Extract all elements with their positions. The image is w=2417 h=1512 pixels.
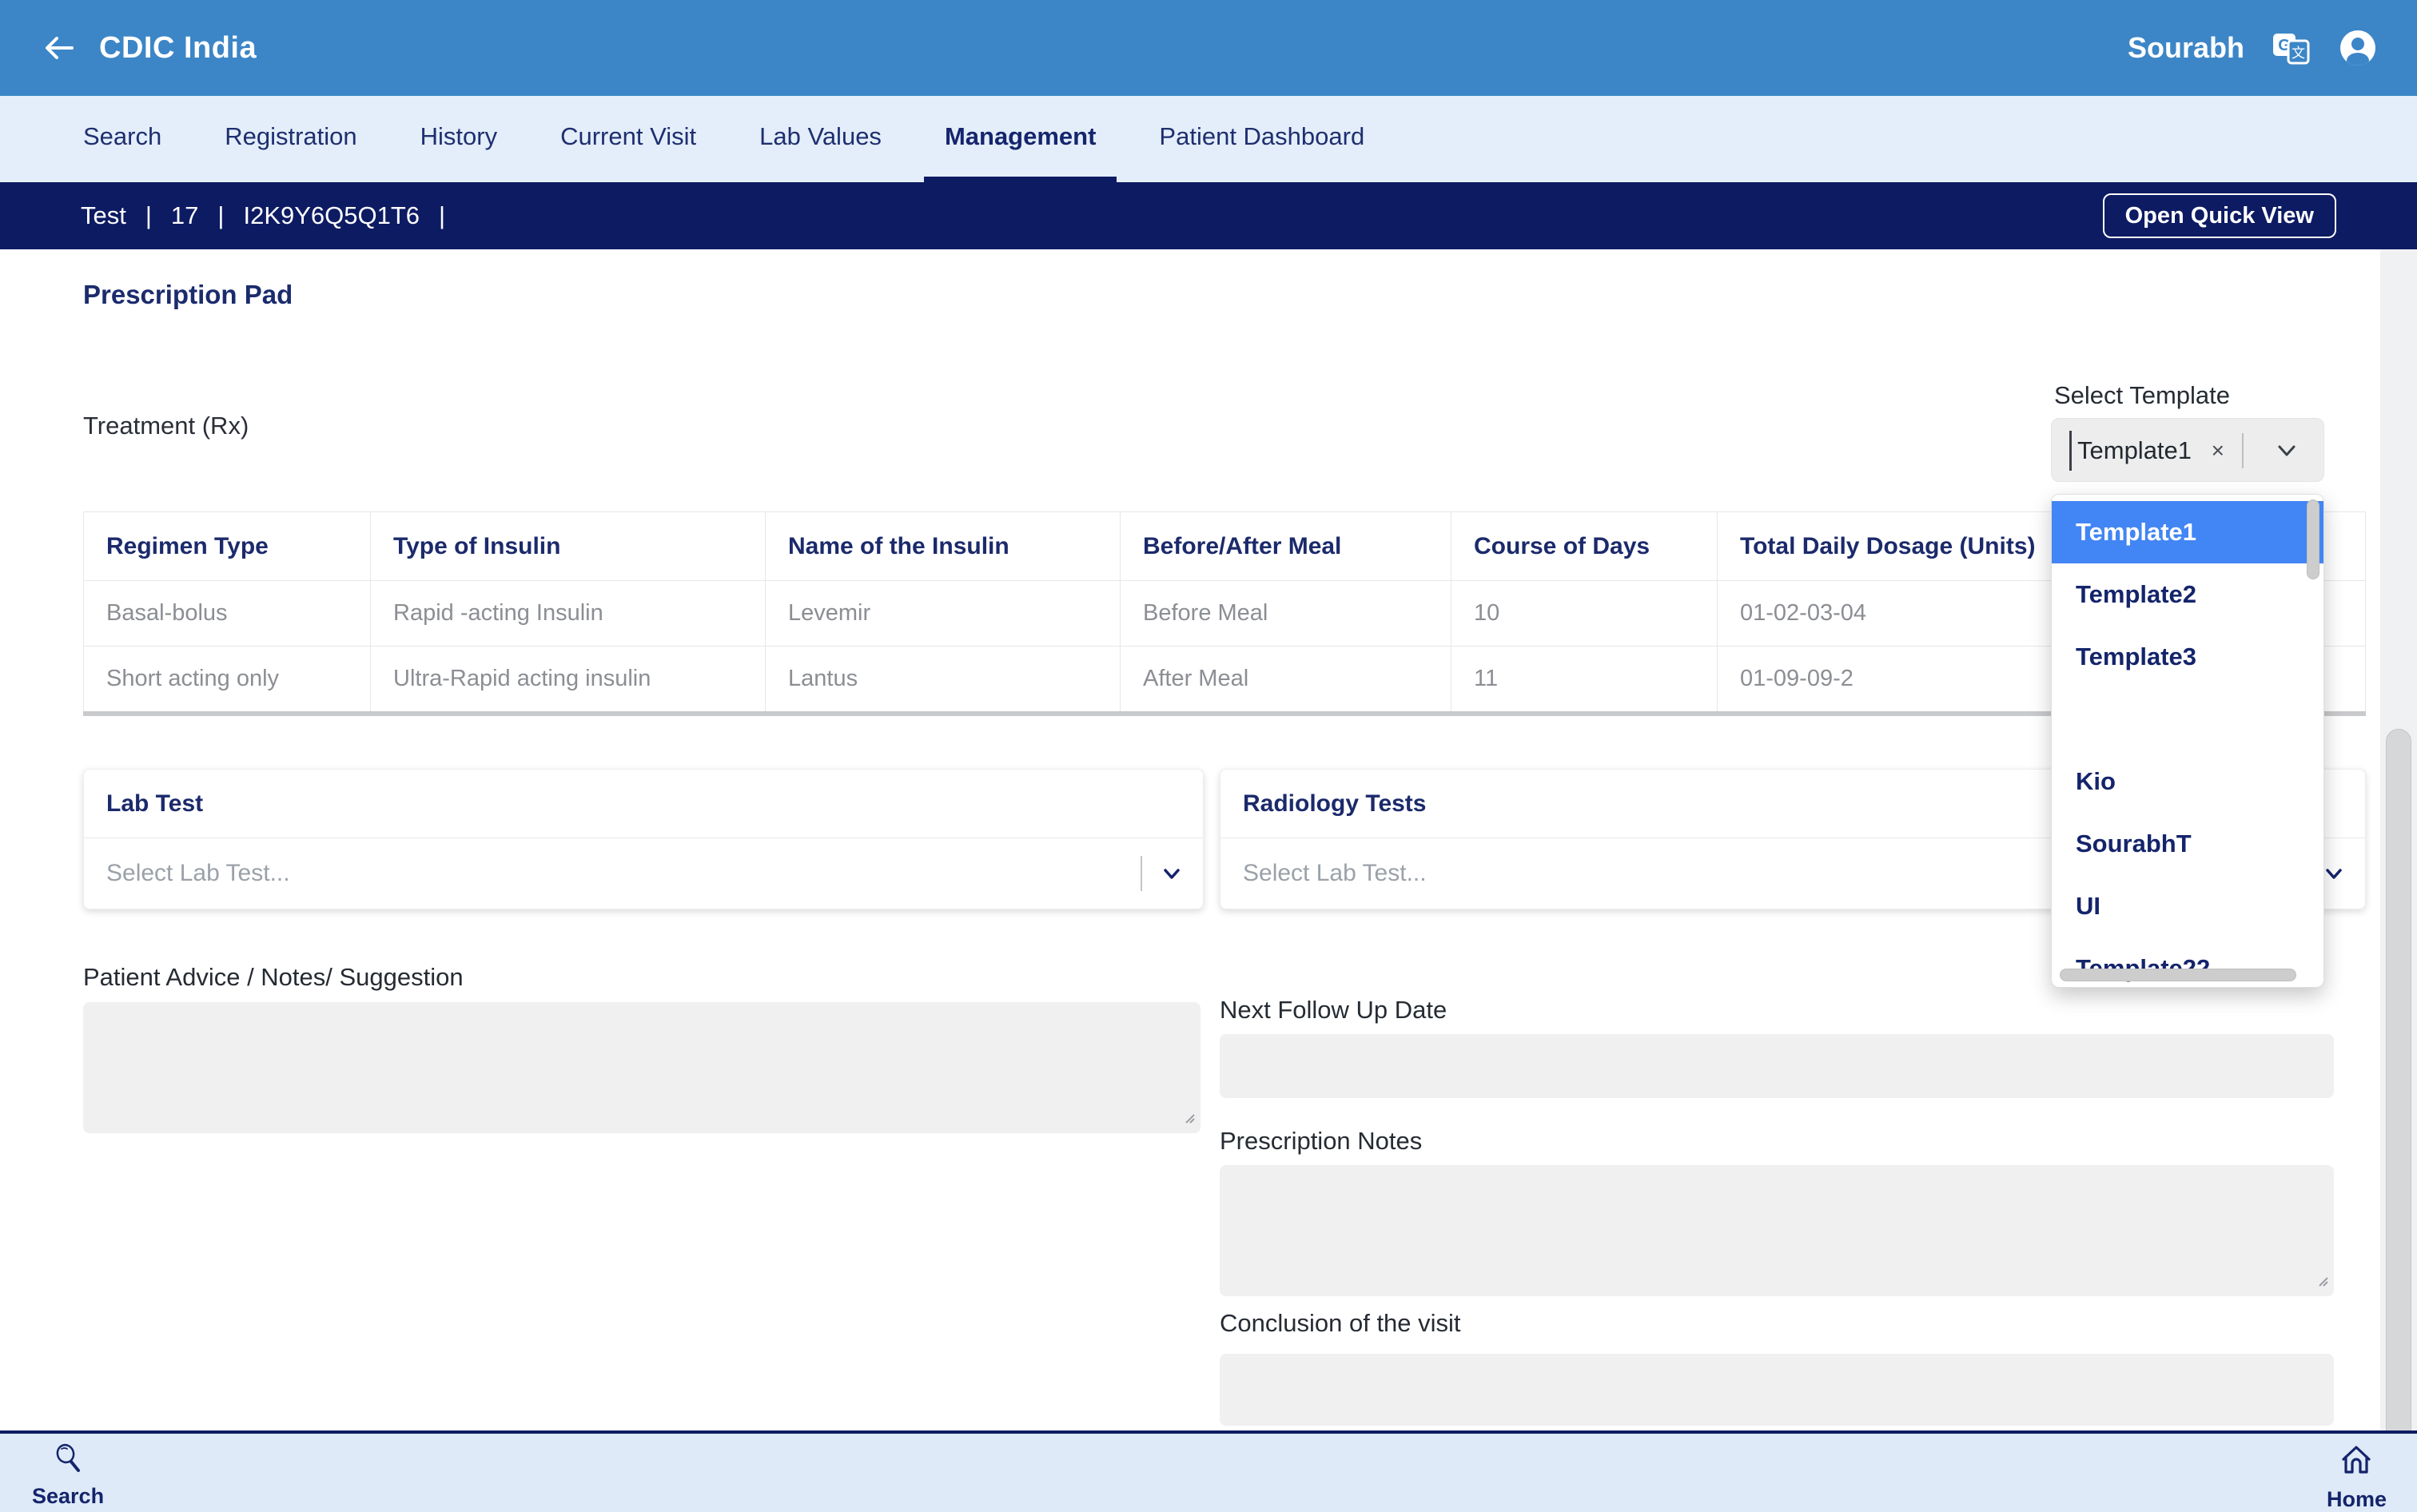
separator: |	[145, 201, 152, 230]
chevron-down-icon[interactable]	[2322, 862, 2346, 890]
cell-name-of-insulin: Levemir	[766, 581, 1121, 647]
lab-test-select[interactable]: Select Lab Test...	[84, 838, 1203, 909]
cell-name-of-insulin: Lantus	[766, 647, 1121, 712]
option-blank[interactable]	[2052, 688, 2323, 750]
search-icon	[51, 1442, 85, 1479]
option-template3[interactable]: Template3	[2052, 626, 2323, 688]
chevron-down-icon[interactable]	[2276, 440, 2298, 466]
open-quick-view-button[interactable]: Open Quick View	[2103, 193, 2336, 238]
dropdown-horizontal-scrollbar[interactable]	[2060, 969, 2296, 981]
back-arrow-icon[interactable]	[42, 30, 77, 66]
resize-grip-icon[interactable]	[1181, 1110, 1196, 1128]
tab-registration[interactable]: Registration	[204, 96, 377, 182]
user-name: Sourabh	[2128, 31, 2244, 65]
separator: |	[439, 201, 445, 230]
bottom-nav-search[interactable]: Search	[32, 1442, 104, 1509]
col-header-before-after-meal: Before/After Meal	[1121, 512, 1451, 581]
account-avatar-icon[interactable]	[2339, 29, 2377, 67]
select-template-label: Select Template	[2054, 381, 2230, 410]
svg-text:文: 文	[2292, 46, 2305, 62]
tab-patient-dashboard[interactable]: Patient Dashboard	[1138, 96, 1385, 182]
tab-management[interactable]: Management	[924, 96, 1117, 182]
patient-age: 17	[171, 201, 198, 230]
option-kio[interactable]: Kio	[2052, 750, 2323, 813]
treatment-table: Regimen Type Type of Insulin Name of the…	[83, 511, 2366, 712]
tab-history[interactable]: History	[400, 96, 518, 182]
col-header-course-of-days: Course of Days	[1451, 512, 1718, 581]
table-row: Short acting only Ultra-Rapid acting ins…	[84, 647, 2366, 712]
home-icon	[2338, 1442, 2375, 1482]
dropdown-vertical-scrollbar[interactable]	[2307, 499, 2319, 579]
cell-regimen-type: Basal-bolus	[84, 581, 371, 647]
option-template1[interactable]: Template1	[2052, 501, 2323, 563]
lab-test-card-title: Lab Test	[84, 770, 1203, 838]
conclusion-label: Conclusion of the visit	[1220, 1309, 1461, 1338]
option-sourabht[interactable]: SourabhT	[2052, 813, 2323, 875]
patient-name: Test	[81, 201, 126, 230]
top-header: CDIC India Sourabh G 文	[0, 0, 2417, 96]
cell-type-of-insulin: Ultra-Rapid acting insulin	[371, 647, 766, 712]
separator: |	[217, 201, 224, 230]
search-label: Search	[32, 1484, 104, 1509]
bottom-nav-home[interactable]: Home	[2327, 1442, 2387, 1512]
text-cursor	[2069, 431, 2072, 471]
table-header-row: Regimen Type Type of Insulin Name of the…	[84, 512, 2366, 581]
next-follow-up-label: Next Follow Up Date	[1220, 996, 1447, 1025]
page-title: Prescription Pad	[83, 280, 293, 310]
col-header-regimen-type: Regimen Type	[84, 512, 371, 581]
lab-test-card: Lab Test Select Lab Test...	[83, 769, 1204, 909]
treatment-section-label: Treatment (Rx)	[83, 412, 249, 440]
template-option-list: Template1 Template2 Template3 Kio Sourab…	[2052, 501, 2323, 988]
patient-info: Test | 17 | I2K9Y6Q5Q1T6 |	[81, 201, 445, 230]
template-combobox[interactable]: Template1 ×	[2051, 418, 2324, 482]
app-title: CDIC India	[99, 31, 257, 66]
resize-grip-icon[interactable]	[2315, 1273, 2329, 1291]
cell-before-after-meal: After Meal	[1121, 647, 1451, 712]
chevron-down-icon[interactable]	[1160, 862, 1184, 890]
home-label: Home	[2327, 1487, 2387, 1512]
main-nav-tabs: Search Registration History Current Visi…	[0, 96, 2417, 182]
page-scrollbar-track[interactable]	[2380, 249, 2417, 1430]
next-follow-up-input[interactable]	[1220, 1034, 2334, 1098]
option-ui[interactable]: UI	[2052, 875, 2323, 937]
cell-type-of-insulin: Rapid -acting Insulin	[371, 581, 766, 647]
radiology-placeholder: Select Lab Test...	[1243, 860, 1427, 887]
lab-test-placeholder: Select Lab Test...	[106, 860, 290, 887]
select-divider	[1141, 856, 1142, 891]
template-dropdown-menu: Template1 Template2 Template3 Kio Sourab…	[2051, 494, 2324, 988]
cell-course-of-days: 10	[1451, 581, 1718, 647]
cell-course-of-days: 11	[1451, 647, 1718, 712]
app-window: CDIC India Sourabh G 文	[0, 0, 2417, 1512]
cell-regimen-type: Short acting only	[84, 647, 371, 712]
tab-current-visit[interactable]: Current Visit	[540, 96, 717, 182]
bottom-nav-bar: Search Home	[0, 1430, 2417, 1512]
patient-advice-label: Patient Advice / Notes/ Suggestion	[83, 963, 464, 992]
col-header-name-of-insulin: Name of the Insulin	[766, 512, 1121, 581]
patient-advice-textarea[interactable]	[83, 1002, 1201, 1133]
patient-id: I2K9Y6Q5Q1T6	[243, 201, 420, 230]
table-row: Basal-bolus Rapid -acting Insulin Levemi…	[84, 581, 2366, 647]
col-header-type-of-insulin: Type of Insulin	[371, 512, 766, 581]
option-template2[interactable]: Template2	[2052, 563, 2323, 626]
prescription-notes-textarea[interactable]	[1220, 1165, 2334, 1296]
cell-before-after-meal: Before Meal	[1121, 581, 1451, 647]
prescription-notes-label: Prescription Notes	[1220, 1127, 1422, 1156]
table-horizontal-scrollbar[interactable]	[83, 711, 2366, 716]
tab-lab-values[interactable]: Lab Values	[739, 96, 902, 182]
tab-search[interactable]: Search	[62, 96, 182, 182]
combobox-divider	[2242, 433, 2244, 468]
page-scrollbar-thumb[interactable]	[2386, 729, 2411, 1462]
patient-context-bar: Test | 17 | I2K9Y6Q5Q1T6 | Open Quick Vi…	[0, 182, 2417, 249]
template-combobox-value: Template1	[2077, 419, 2192, 483]
translate-icon[interactable]: G 文	[2272, 28, 2311, 68]
conclusion-input[interactable]	[1220, 1354, 2334, 1426]
clear-icon[interactable]: ×	[2212, 419, 2224, 483]
